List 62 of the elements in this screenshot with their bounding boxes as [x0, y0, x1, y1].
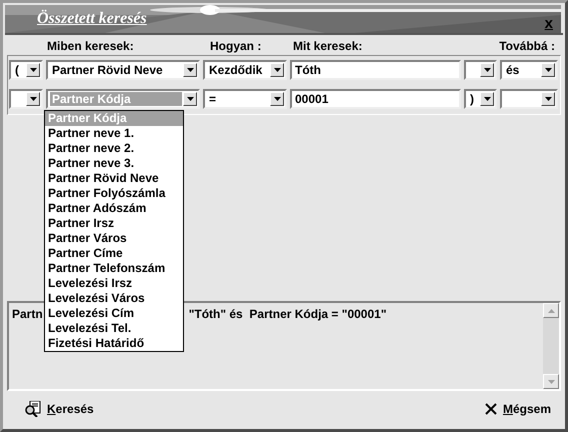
column-header: Miben keresek:	[47, 39, 135, 53]
dropdown-button[interactable]	[541, 92, 555, 106]
dropdown-field[interactable]: )	[464, 89, 497, 109]
dropdown-option[interactable]: Partner Város	[45, 231, 183, 246]
dropdown-button[interactable]	[26, 92, 40, 106]
dropdown-option[interactable]: Partner neve 1.	[45, 126, 183, 141]
input-field[interactable]: Tóth	[290, 60, 461, 80]
column-header: Továbbá :	[499, 39, 555, 53]
dropdown-field[interactable]	[464, 60, 497, 80]
search-icon	[25, 401, 41, 417]
caret-icon	[484, 68, 490, 72]
dropdown-option[interactable]: Levelezési Város	[45, 291, 183, 306]
dropdown-button[interactable]	[480, 63, 494, 77]
scroll-up-button[interactable]	[543, 303, 559, 318]
caret-icon	[484, 97, 490, 101]
dropdown-option[interactable]: Levelezési Irsz	[45, 276, 183, 291]
caret-icon	[30, 68, 36, 72]
input-field[interactable]: 00001	[290, 89, 461, 109]
dropdown-option[interactable]: Partner Rövid Neve	[45, 171, 183, 186]
dropdown-button[interactable]	[183, 63, 197, 77]
caret-icon	[544, 68, 552, 72]
scroll-down-button[interactable]	[543, 374, 559, 389]
dropdown-button[interactable]	[26, 63, 40, 77]
arrow-up-icon	[548, 308, 554, 312]
caret-icon	[186, 97, 194, 101]
dropdown-field[interactable]: Partner Rövid Neve	[46, 60, 200, 80]
dropdown-button[interactable]	[541, 63, 555, 77]
arrow-down-icon	[548, 380, 554, 384]
caret-icon	[186, 68, 194, 72]
column-header: Hogyan :	[210, 39, 262, 53]
dropdown-option[interactable]: Levelezési Tel.	[45, 321, 183, 336]
dropdown-option[interactable]: Fizetési Határidő	[45, 336, 183, 351]
dropdown-option[interactable]: Partner Folyószámla	[45, 186, 183, 201]
dropdown-button[interactable]	[270, 92, 284, 106]
dropdown-button[interactable]	[183, 92, 197, 106]
caret-icon	[274, 68, 280, 72]
cancel-button[interactable]: Mégsem	[480, 400, 555, 418]
dropdown-field[interactable]	[500, 89, 558, 109]
dropdown-option[interactable]: Levelezési Cím	[45, 306, 183, 321]
dropdown-field[interactable]: =	[203, 89, 287, 109]
close-icon	[484, 403, 497, 415]
dropdown-option[interactable]: Partner Adószám	[45, 201, 183, 216]
dropdown-field[interactable]	[9, 89, 43, 109]
dropdown-option[interactable]: Partner Telefonszám	[45, 261, 183, 276]
dropdown-button[interactable]	[480, 92, 494, 106]
column-header: Mit keresek:	[293, 39, 364, 53]
dropdown-option[interactable]: Partner neve 2.	[45, 141, 183, 156]
dropdown-field[interactable]: és	[500, 60, 558, 80]
query-text: Partn	[12, 307, 43, 321]
dropdown-option[interactable]: Partner neve 3.	[45, 156, 183, 171]
dropdown-field[interactable]: Kezdődik	[203, 60, 287, 80]
dropdown-option[interactable]: Partner Címe	[45, 246, 183, 261]
scrollbar[interactable]	[543, 303, 559, 389]
window-title: Összetett keresés	[37, 10, 147, 28]
caret-icon	[544, 97, 552, 101]
dropdown-button[interactable]	[270, 63, 284, 77]
dropdown-option[interactable]: Partner Irsz	[45, 216, 183, 231]
dropdown-field[interactable]: (	[9, 60, 43, 80]
query-text: "Tóth" és Partner Kódja = "00001"	[188, 307, 387, 321]
caret-icon	[274, 97, 280, 101]
search-button[interactable]: Keresés	[21, 399, 98, 419]
caret-icon	[30, 97, 36, 101]
